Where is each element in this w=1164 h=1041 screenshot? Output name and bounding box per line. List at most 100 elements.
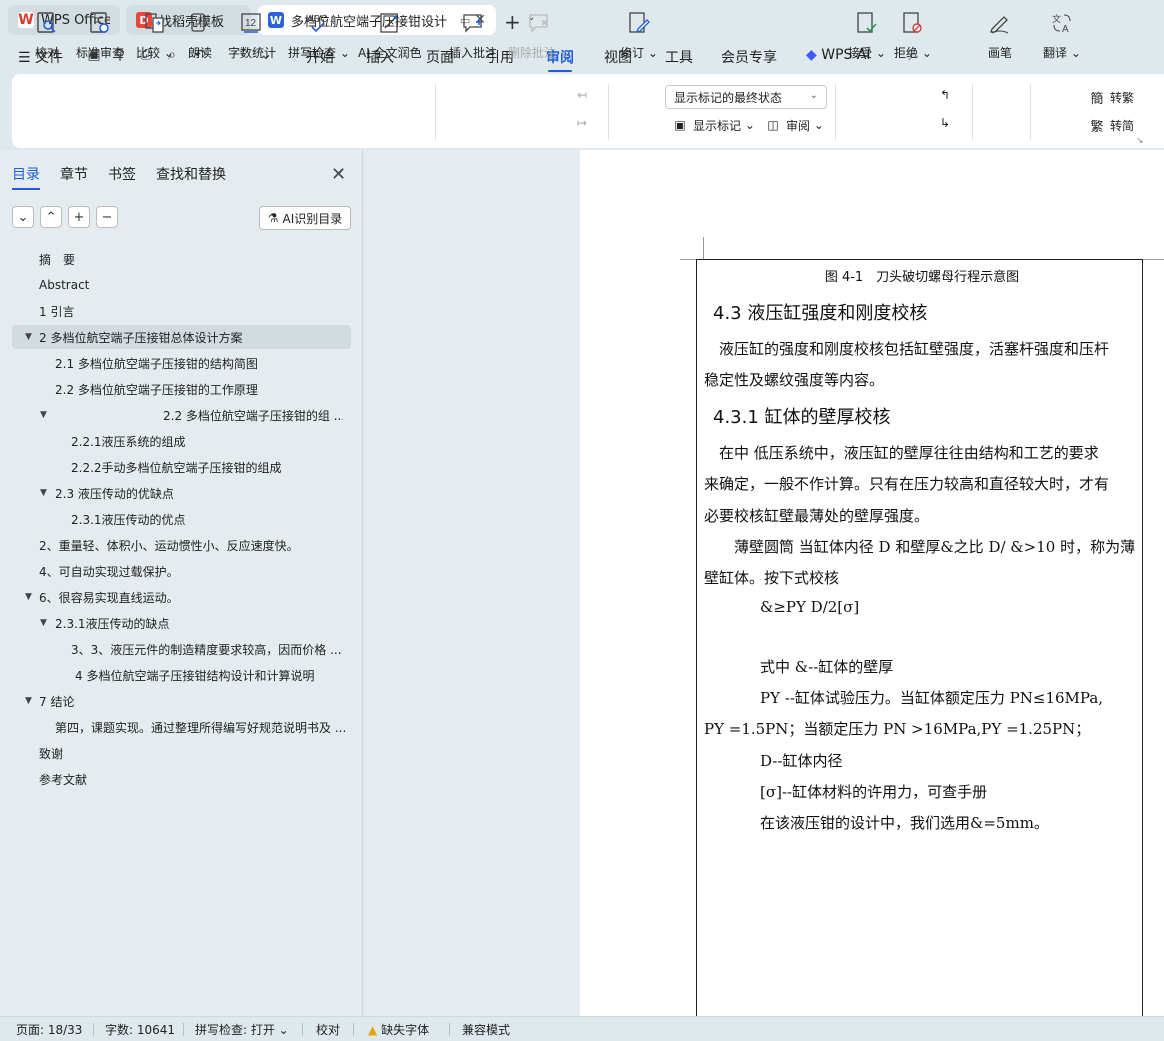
traditional-icon: 簡 bbox=[1090, 91, 1104, 107]
spell-check-status[interactable]: 拼写检查: 打开 ⌄ bbox=[195, 1021, 289, 1038]
missing-font-status[interactable]: ▲ 缺失字体 bbox=[368, 1021, 429, 1038]
toc-item[interactable]: 6、很容易实现直线运动。 bbox=[39, 585, 179, 609]
delete-comment-button[interactable]: 删除批注 ⌄ bbox=[508, 0, 570, 74]
accept-button[interactable]: 接受 ⌄ bbox=[848, 0, 886, 74]
to-simplified-button[interactable]: 繁转简 bbox=[1088, 116, 1134, 135]
expand-arrow-icon[interactable]: ▼ bbox=[40, 410, 47, 420]
proofread-icon bbox=[34, 10, 60, 36]
status-divider bbox=[183, 1023, 184, 1036]
expand-arrow-icon[interactable]: ▼ bbox=[40, 618, 47, 628]
toc-item[interactable]: 2.3.1液压传动的缺点 bbox=[55, 611, 170, 635]
accept-icon bbox=[854, 10, 880, 36]
read-aloud-label: 朗读 bbox=[187, 46, 212, 60]
toc-item[interactable]: 4、可自动实现过载保护。 bbox=[39, 559, 179, 583]
word-count-icon: 12 bbox=[239, 10, 265, 36]
toc-item[interactable]: 7 结论 bbox=[39, 689, 74, 713]
read-aloud-button[interactable]: 朗读 bbox=[187, 0, 213, 74]
toc-item[interactable]: 3、3、液压元件的制造精度要求较高，因而价格 ... bbox=[71, 637, 343, 661]
toc-item[interactable]: 参考文献 bbox=[39, 767, 87, 791]
expand-arrow-icon[interactable]: ▼ bbox=[25, 696, 32, 706]
remove-heading-button[interactable]: − bbox=[96, 206, 118, 228]
nav-tab-bookmark[interactable]: 书签 bbox=[108, 164, 136, 184]
reject-icon bbox=[900, 10, 926, 36]
missing-font-label: 缺失字体 bbox=[381, 1023, 430, 1037]
next-comment-icon[interactable]: ↦ bbox=[577, 116, 587, 130]
paragraph-line: PY =1.5PN；当额定压力 PN >16MPa,PY =1.25PN； bbox=[704, 720, 1091, 738]
word-count-button[interactable]: 12 字数统计 bbox=[228, 0, 276, 74]
proof-status[interactable]: 校对 bbox=[316, 1021, 340, 1038]
close-icon[interactable]: ✕ bbox=[331, 164, 346, 185]
review-pane-label: 审阅 bbox=[786, 118, 811, 133]
toc-item[interactable]: 2.2.1液压系统的组成 bbox=[71, 429, 186, 453]
paragraph-line: 稳定性及螺纹强度等内容。 bbox=[704, 371, 885, 389]
toc-item-selected[interactable]: 2 多档位航空端子压接钳总体设计方案 bbox=[12, 325, 351, 349]
previous-change-icon[interactable]: ↰ bbox=[940, 88, 950, 102]
toc-item[interactable]: 2.1 多档位航空端子压接钳的结构简图 bbox=[55, 351, 258, 375]
toc-item[interactable]: 致谢 bbox=[39, 741, 63, 765]
menu-item-tools[interactable]: 工具 bbox=[665, 47, 693, 67]
translate-label: 翻译 ⌄ bbox=[1043, 46, 1081, 60]
collapse-all-button[interactable]: ⌃ bbox=[40, 206, 62, 228]
translate-icon: 文A bbox=[1049, 10, 1075, 36]
toc-item[interactable]: 4 多档位航空端子压接钳结构设计和计算说明 bbox=[75, 663, 314, 687]
word-count-status[interactable]: 字数: 10641 bbox=[105, 1021, 175, 1038]
proofread-button[interactable]: 校对 bbox=[34, 0, 60, 74]
svg-text:12: 12 bbox=[245, 18, 257, 29]
paragraph-line: 必要校核缸壁最薄处的壁厚强度。 bbox=[704, 507, 930, 525]
toc-item[interactable]: 2.3 液压传动的优缺点 bbox=[55, 481, 174, 505]
translate-button[interactable]: 文A 翻译 ⌄ bbox=[1043, 0, 1081, 74]
expand-arrow-icon[interactable]: ▼ bbox=[40, 488, 47, 498]
toc-item[interactable]: 2.2.2手动多档位航空端子压接钳的组成 bbox=[71, 455, 282, 479]
ribbon-divider bbox=[835, 84, 836, 140]
expand-all-button[interactable]: ⌄ bbox=[12, 206, 34, 228]
heading-4-3: 4.3 液压缸强度和刚度校核 bbox=[713, 303, 928, 324]
expand-arrow-icon[interactable]: ▼ bbox=[25, 592, 32, 602]
toc-item[interactable]: 第四，课题实现。通过整理所得编写好规范说明书及 ... bbox=[55, 715, 345, 739]
track-changes-button[interactable]: 修订 ⌄ bbox=[620, 0, 658, 74]
toc-item[interactable]: 摘 要 bbox=[39, 247, 75, 271]
ai-toc-icon: ⚗ bbox=[267, 211, 279, 225]
toc-item[interactable]: 2、重量轻、体积小、运动惯性小、反应速度快。 bbox=[39, 533, 299, 557]
markup-display-select[interactable]: 显示标记的最终状态 ⌄ bbox=[665, 85, 827, 109]
pen-button[interactable]: 画笔 bbox=[987, 0, 1013, 74]
ai-polish-button[interactable]: ✦ AI 全文润色 bbox=[358, 0, 422, 74]
next-change-icon[interactable]: ↳ bbox=[940, 116, 950, 130]
toc-item[interactable]: Abstract bbox=[39, 273, 89, 297]
review-pane-button[interactable]: ◫ 审阅 ⌄ bbox=[764, 116, 824, 134]
ribbon-expand-icon[interactable]: ↘ bbox=[1136, 136, 1144, 146]
toc-item[interactable]: 2.3.1液压传动的优点 bbox=[71, 507, 186, 531]
margin-mark bbox=[703, 237, 704, 259]
nav-tab-find-replace[interactable]: 查找和替换 bbox=[156, 164, 226, 184]
margin-mark bbox=[680, 259, 696, 260]
show-markup-icon: ▣ bbox=[674, 118, 686, 132]
spell-check-button[interactable]: ABC 拼写检查 ⌄ bbox=[288, 0, 350, 74]
toc-item[interactable]: 2.2 多档位航空端子压接钳的组 ... bbox=[163, 403, 343, 427]
delete-comment-label: 删除批注 ⌄ bbox=[508, 46, 570, 60]
svg-text:A: A bbox=[1062, 24, 1069, 35]
compat-mode-status: 兼容模式 bbox=[462, 1023, 511, 1037]
toc-item[interactable]: 2.2 多档位航空端子压接钳的工作原理 bbox=[55, 377, 258, 401]
reject-button[interactable]: 拒绝 ⌄ bbox=[894, 0, 932, 74]
nav-tab-chapter[interactable]: 章节 bbox=[60, 164, 88, 184]
heading-4-3-1: 4.3.1 缸体的壁厚校核 bbox=[713, 407, 891, 428]
status-divider bbox=[302, 1023, 303, 1036]
add-heading-button[interactable]: + bbox=[68, 206, 90, 228]
ai-toc-button[interactable]: ⚗ AI识别目录 bbox=[259, 206, 351, 230]
paragraph-line: D--缸体内径 bbox=[760, 752, 843, 770]
plus-icon: + bbox=[73, 209, 85, 225]
menu-item-member[interactable]: 会员专享 bbox=[721, 47, 777, 67]
svg-text:ABC: ABC bbox=[307, 14, 328, 25]
page-indicator[interactable]: 页面: 18/33 bbox=[16, 1021, 82, 1038]
insert-comment-button[interactable]: 插入批注 bbox=[449, 0, 497, 74]
standard-review-button[interactable]: 标准审查 bbox=[76, 0, 124, 74]
nav-tab-toc[interactable]: 目录 bbox=[12, 164, 40, 190]
ribbon-divider bbox=[608, 84, 609, 140]
show-markup-button[interactable]: ▣ 显示标记 ⌄ bbox=[671, 116, 755, 134]
status-divider bbox=[353, 1023, 354, 1036]
svg-text:文: 文 bbox=[1052, 13, 1061, 25]
previous-comment-icon[interactable]: ↤ bbox=[577, 88, 587, 102]
toc-item[interactable]: 1 引言 bbox=[39, 299, 74, 323]
compare-button[interactable]: 比较 ⌄ bbox=[136, 0, 174, 74]
expand-arrow-icon[interactable]: ▼ bbox=[25, 332, 32, 342]
to-traditional-button[interactable]: 簡转繁 bbox=[1088, 88, 1134, 107]
